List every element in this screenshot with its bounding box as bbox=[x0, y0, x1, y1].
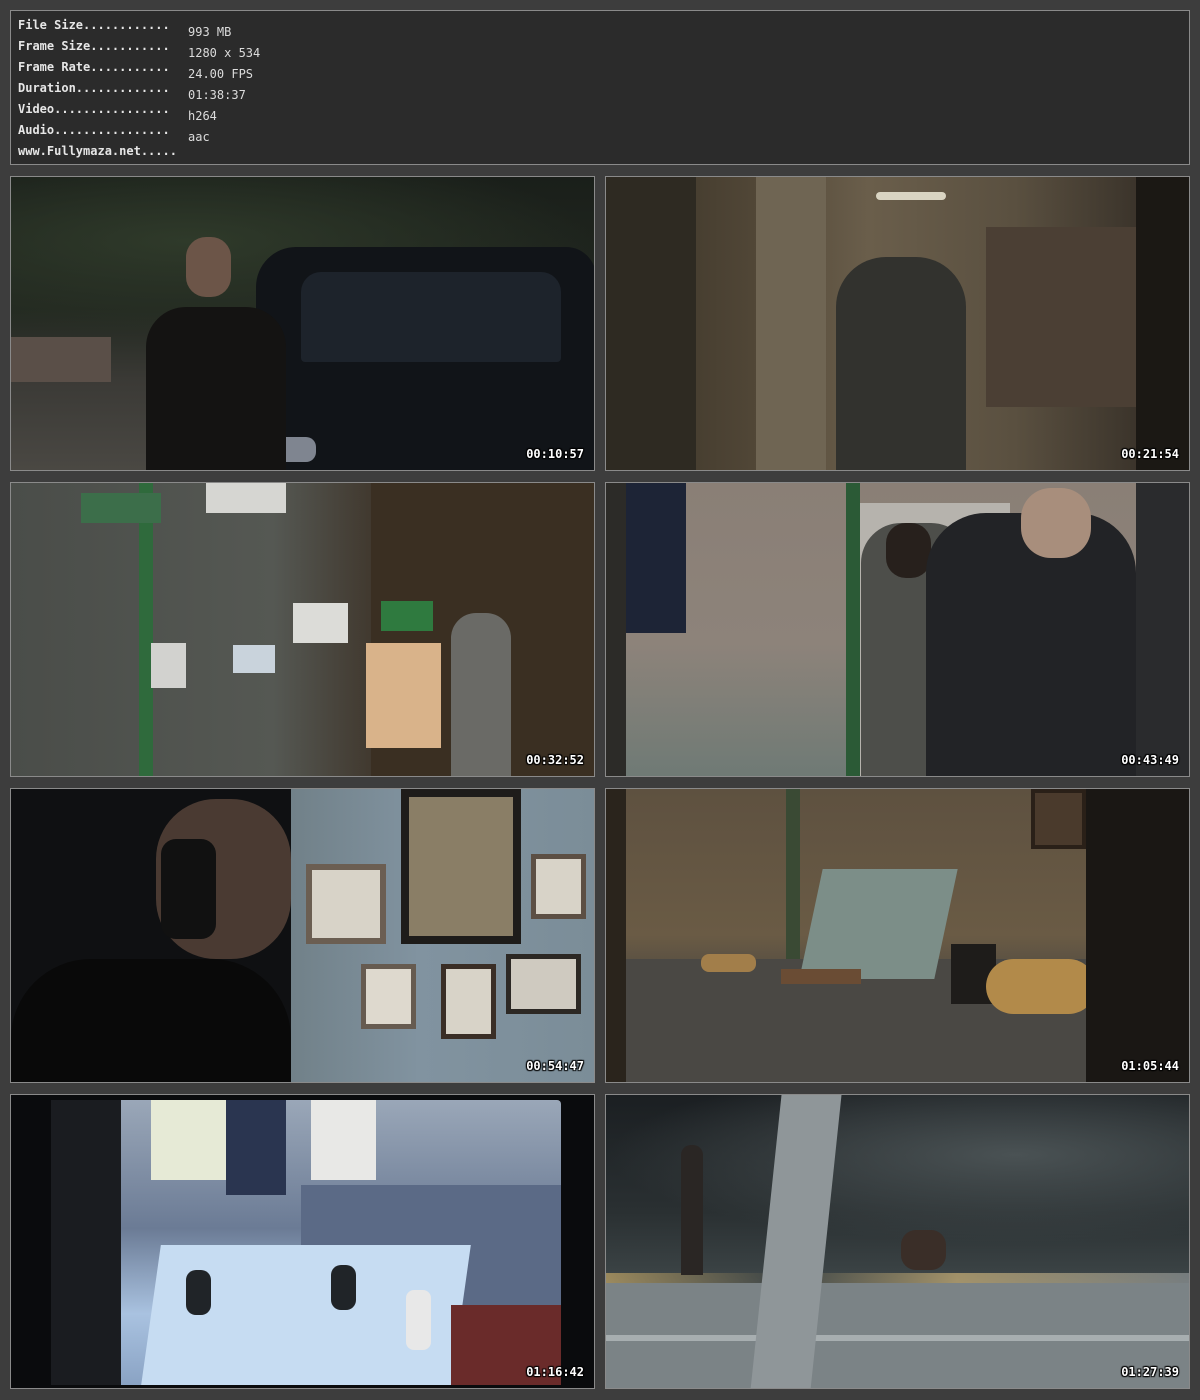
thumbnail-6-timestamp: 01:05:44 bbox=[1121, 1059, 1179, 1073]
file-size-label: File Size............ bbox=[18, 18, 170, 32]
media-info-panel: File Size............ 993 MB Frame Size..… bbox=[10, 10, 1190, 165]
duration-label: Duration............. bbox=[18, 81, 170, 95]
thumbnail-3: 00:32:52 bbox=[10, 482, 595, 777]
thumbnail-6: 01:05:44 bbox=[605, 788, 1190, 1083]
thumbnail-1: 00:10:57 bbox=[10, 176, 595, 471]
thumbnail-7-image bbox=[11, 1095, 594, 1388]
thumbnail-5-timestamp: 00:54:47 bbox=[526, 1059, 584, 1073]
thumbnail-2: 00:21:54 bbox=[605, 176, 1190, 471]
thumbnail-5-image bbox=[11, 789, 594, 1082]
thumbnail-2-timestamp: 00:21:54 bbox=[1121, 447, 1179, 461]
frame-rate-row: Frame Rate........... 24.00 FPS bbox=[18, 57, 1189, 81]
thumbnail-1-image bbox=[11, 177, 594, 470]
file-size-row: File Size............ 993 MB bbox=[18, 15, 1189, 39]
thumbnail-8: 01:27:39 bbox=[605, 1094, 1190, 1389]
thumbnail-5: 00:54:47 bbox=[10, 788, 595, 1083]
thumbnail-3-timestamp: 00:32:52 bbox=[526, 753, 584, 767]
thumbnail-6-image bbox=[606, 789, 1189, 1082]
thumbnail-1-timestamp: 00:10:57 bbox=[526, 447, 584, 461]
thumbnail-7-timestamp: 01:16:42 bbox=[526, 1365, 584, 1379]
thumbnail-7: 01:16:42 bbox=[10, 1094, 595, 1389]
frame-size-row: Frame Size........... 1280 x 534 bbox=[18, 36, 1189, 60]
audio-codec-label: Audio................ bbox=[18, 123, 170, 137]
duration-row: Duration............. 01:38:37 bbox=[18, 78, 1189, 102]
thumbnail-3-image bbox=[11, 483, 594, 776]
thumbnail-8-timestamp: 01:27:39 bbox=[1121, 1365, 1179, 1379]
frame-size-label: Frame Size........... bbox=[18, 39, 170, 53]
audio-codec-row: Audio................ aac bbox=[18, 120, 1189, 144]
frame-rate-label: Frame Rate........... bbox=[18, 60, 170, 74]
website-text: www.Fullymaza.net..... bbox=[18, 144, 177, 158]
video-codec-label: Video................ bbox=[18, 102, 170, 116]
thumbnail-4-image bbox=[606, 483, 1189, 776]
thumbnail-4: 00:43:49 bbox=[605, 482, 1190, 777]
website-row: www.Fullymaza.net..... bbox=[18, 141, 1189, 162]
thumbnail-8-image bbox=[606, 1095, 1189, 1388]
video-codec-row: Video................ h264 bbox=[18, 99, 1189, 123]
thumbnail-4-timestamp: 00:43:49 bbox=[1121, 753, 1179, 767]
audio-codec-value: aac bbox=[188, 130, 210, 144]
thumbnail-2-image bbox=[606, 177, 1189, 470]
